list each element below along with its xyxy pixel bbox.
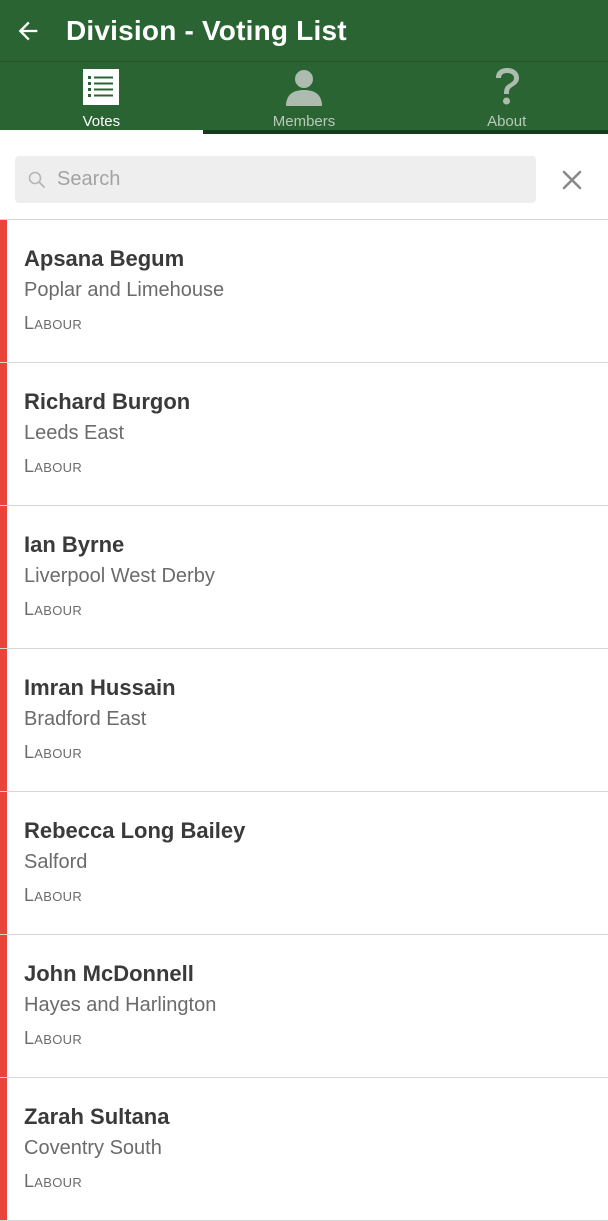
list-item[interactable]: Rebecca Long Bailey Salford Labour (0, 792, 608, 935)
person-icon (284, 68, 324, 106)
vote-indicator (0, 1078, 7, 1220)
tab-members[interactable]: Members (202, 62, 406, 134)
tab-members-label: Members (272, 113, 336, 130)
member-name: Richard Burgon (24, 389, 191, 414)
member-list: Apsana Begum Poplar and Limehouse Labour… (0, 220, 608, 1221)
member-constituency: Coventry South (24, 1137, 162, 1159)
member-constituency: Salford (24, 851, 88, 873)
list-item[interactable]: Richard Burgon Leeds East Labour (0, 363, 608, 506)
question-icon (493, 68, 521, 106)
member-constituency: Bradford East (24, 708, 147, 730)
vote-indicator (0, 935, 7, 1077)
vote-indicator (0, 220, 7, 362)
list-item[interactable]: John McDonnell Hayes and Harlington Labo… (0, 935, 608, 1078)
member-name: Apsana Begum (24, 246, 185, 271)
member-name: John McDonnell (24, 961, 194, 986)
page-title: Division - Voting List (66, 14, 347, 46)
search-input[interactable] (57, 168, 497, 191)
back-button[interactable] (4, 3, 52, 59)
search-row (0, 134, 608, 220)
vote-indicator (0, 363, 7, 505)
vote-indicator (0, 792, 7, 934)
search-box[interactable] (15, 156, 536, 203)
member-constituency: Poplar and Limehouse (24, 279, 225, 301)
member-constituency: Leeds East (24, 422, 125, 444)
list-item[interactable]: Ian Byrne Liverpool West Derby Labour (0, 506, 608, 649)
close-icon (562, 170, 582, 190)
member-party: Labour (24, 599, 83, 619)
member-name: Rebecca Long Bailey (24, 818, 246, 843)
vote-indicator (0, 506, 7, 648)
tab-about-label: About (487, 113, 527, 130)
member-constituency: Liverpool West Derby (24, 565, 215, 587)
member-party: Labour (24, 742, 83, 762)
tab-bar: Votes Members About (0, 61, 608, 134)
list-icon (83, 68, 120, 106)
list-item[interactable]: Apsana Begum Poplar and Limehouse Labour (0, 220, 608, 363)
tab-votes-label: Votes (82, 113, 121, 130)
member-name: Zarah Sultana (24, 1104, 170, 1129)
search-icon (28, 171, 45, 188)
list-item[interactable]: Imran Hussain Bradford East Labour (0, 649, 608, 792)
member-party: Labour (24, 885, 83, 905)
vote-indicator (0, 649, 7, 791)
member-party: Labour (24, 313, 83, 333)
member-party: Labour (24, 1171, 83, 1191)
app-bar: Division - Voting List (0, 0, 608, 61)
tab-votes[interactable]: Votes (0, 62, 203, 134)
member-party: Labour (24, 456, 83, 476)
arrow-left-icon (18, 21, 38, 40)
member-name: Ian Byrne (24, 532, 125, 557)
member-constituency: Hayes and Harlington (24, 994, 217, 1016)
member-party: Labour (24, 1028, 83, 1048)
tab-about[interactable]: About (405, 62, 608, 134)
clear-search-button[interactable] (556, 164, 588, 196)
member-name: Imran Hussain (24, 675, 176, 700)
